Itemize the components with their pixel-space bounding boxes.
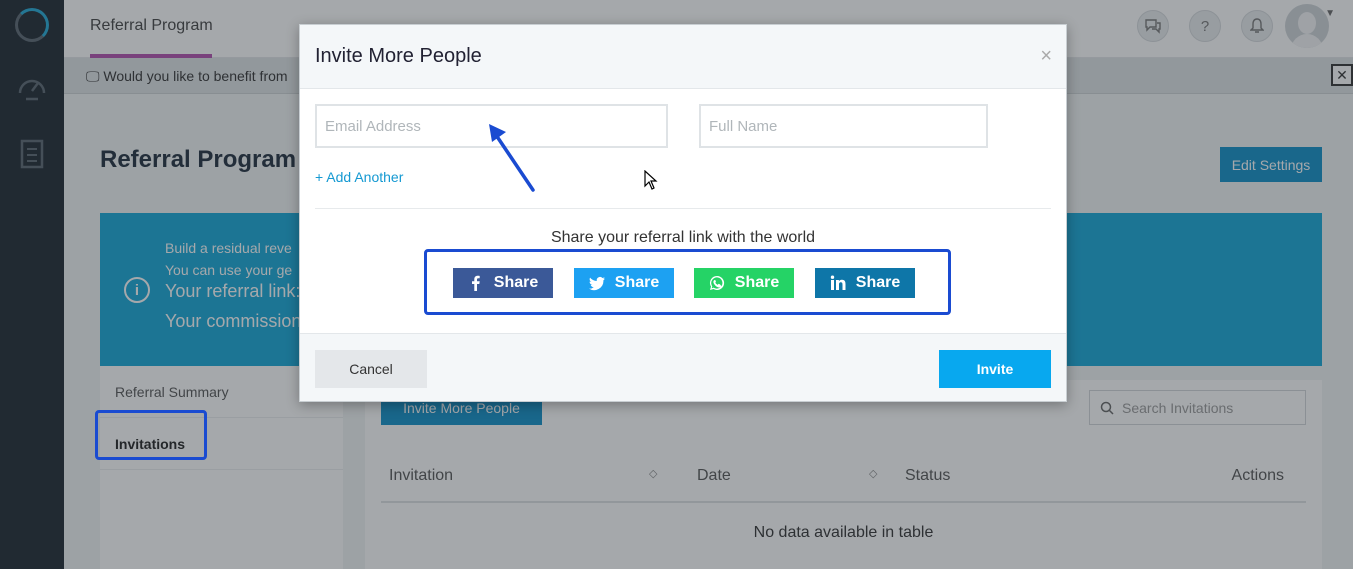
annotation-arrow-icon	[489, 124, 535, 192]
mouse-cursor-icon	[644, 170, 658, 190]
share-label: Share your referral link with the world	[550, 229, 816, 246]
add-another-link[interactable]: + Add Another	[315, 169, 403, 185]
linkedin-icon	[830, 275, 846, 290]
invitations-highlight	[95, 410, 207, 460]
modal-header: Invite More People ×	[300, 25, 1066, 89]
invite-button[interactable]: Invite	[939, 350, 1051, 388]
full-name-input[interactable]	[699, 104, 988, 148]
whatsapp-icon	[709, 275, 724, 290]
linkedin-share-button[interactable]: Share	[815, 268, 915, 298]
modal-title: Invite More People	[315, 45, 482, 67]
facebook-share-button[interactable]: Share	[453, 268, 553, 298]
twitter-icon	[588, 276, 605, 291]
cancel-button[interactable]: Cancel	[315, 350, 427, 388]
facebook-icon	[471, 275, 480, 291]
twitter-share-button[interactable]: Share	[574, 268, 674, 298]
close-icon[interactable]: ×	[1040, 45, 1052, 68]
whatsapp-share-button[interactable]: Share	[694, 268, 794, 298]
divider	[315, 208, 1051, 209]
invite-modal: Invite More People × + Add Another Share…	[299, 24, 1067, 402]
modal-footer: Cancel Invite	[300, 333, 1066, 401]
